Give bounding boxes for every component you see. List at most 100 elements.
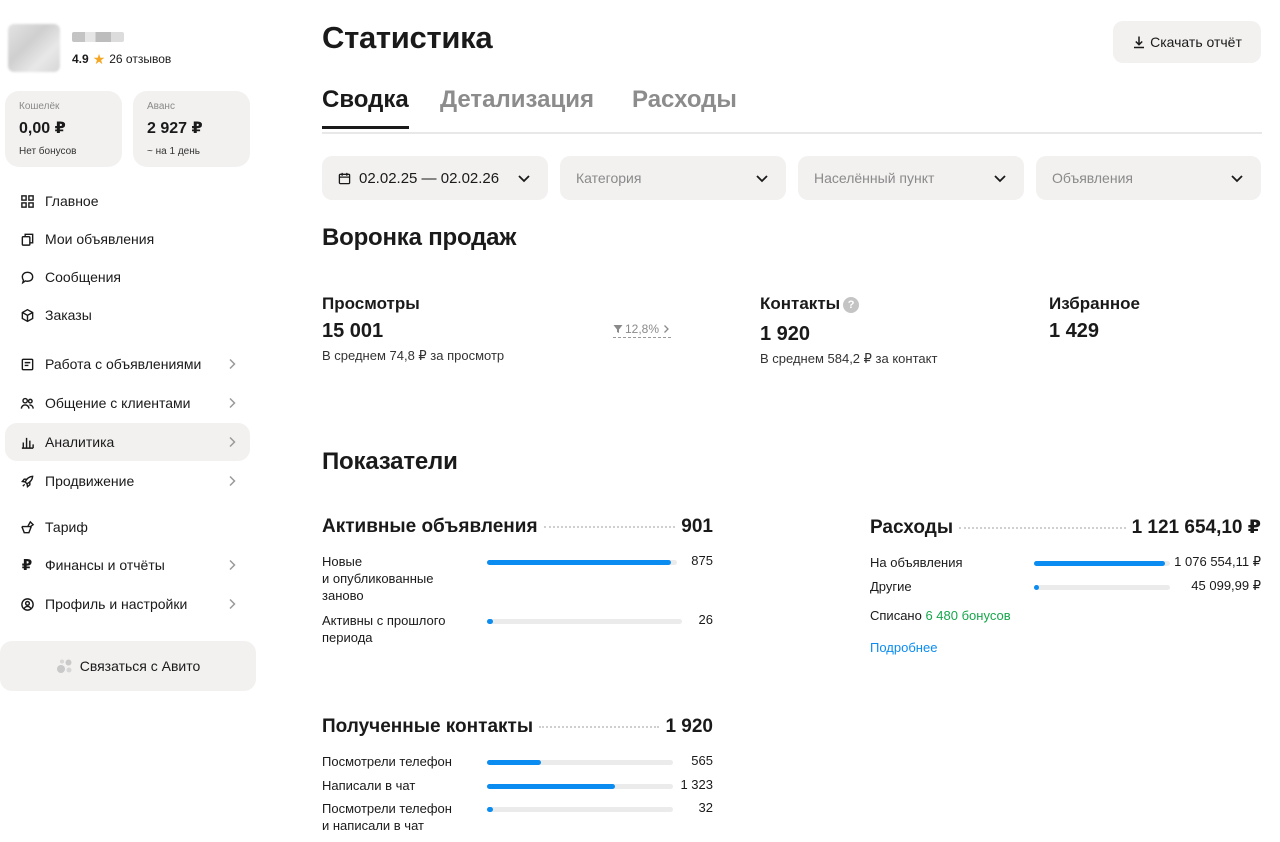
avito-logo-icon: [56, 659, 72, 673]
views-trend[interactable]: 12,8%: [613, 322, 672, 338]
progress-bar-fill: [487, 560, 672, 565]
favorites-label: Избранное: [1049, 294, 1140, 313]
sidebar-item-label: Мои объявления: [45, 231, 155, 247]
contacts-received-title: Полученные контакты: [322, 716, 534, 737]
more-link[interactable]: Подробнее: [870, 640, 937, 655]
contacts-value: 1 920: [760, 323, 811, 345]
expenses-header: Расходы 1 121 654,10 ₽: [870, 516, 1261, 539]
progress-bar-fill: [1034, 561, 1165, 566]
progress-bar-fill: [487, 784, 616, 789]
sidebar-item-label: Финансы и отчёты: [45, 557, 165, 573]
contacts-label: Контакты?: [760, 294, 860, 314]
written-off-prefix: Списано: [870, 608, 922, 623]
help-icon[interactable]: ?: [843, 297, 860, 313]
tariff-icon: [19, 519, 35, 535]
rocket-icon: [19, 473, 35, 489]
profile-rating[interactable]: 4.9 ★ 26 отзывов: [72, 52, 171, 66]
wallet-value: 0,00 ₽: [19, 120, 66, 137]
row-value: 565: [691, 753, 713, 768]
avatar[interactable]: [8, 24, 60, 72]
row-value: 875: [691, 553, 713, 568]
city-select[interactable]: Населённый пункт: [798, 156, 1024, 200]
views-value: 15 001: [322, 320, 384, 342]
copy-icon: [19, 231, 35, 247]
advance-card[interactable]: Аванс 2 927 ₽ ~ на 1 день: [133, 91, 250, 167]
chevron-right-icon: [229, 358, 236, 370]
label-line: и опубликованные: [322, 571, 434, 586]
tab-details[interactable]: Детализация: [440, 86, 594, 126]
sidebar-item-label: Профиль и настройки: [45, 596, 188, 612]
sidebar: 4.9 ★ 26 отзывов Кошелёк 0,00 ₽ Нет бону…: [0, 0, 262, 842]
progress-bar-fill: [1034, 585, 1040, 590]
category-select[interactable]: Категория: [560, 156, 786, 200]
download-report-button[interactable]: Скачать отчёт: [1113, 21, 1261, 63]
profile-icon: [19, 596, 35, 612]
progress-bar: [487, 760, 673, 765]
people-icon: [19, 395, 35, 411]
profile-name-blurred[interactable]: [72, 32, 124, 42]
chevron-down-icon: [756, 175, 768, 183]
active-ads-row-label: Активны с прошлого периода: [322, 612, 445, 646]
tab-summary[interactable]: Сводка: [322, 86, 409, 129]
active-ads-row-label: Новые и опубликованные заново: [322, 553, 433, 604]
sidebar-item-analytics[interactable]: Аналитика: [5, 423, 250, 461]
sidebar-item-tariff[interactable]: Тариф: [5, 508, 250, 546]
contacts-received-header: Полученные контакты 1 920: [322, 716, 713, 738]
label-line: Написали в чат: [322, 778, 416, 793]
progress-bar: [1034, 585, 1170, 590]
sidebar-item-orders[interactable]: Заказы: [5, 296, 250, 334]
sidebar-item-my-ads[interactable]: Мои объявления: [5, 220, 250, 258]
leader-dots: [543, 526, 676, 528]
label-line: Посмотрели телефон: [322, 801, 452, 816]
reviews-count: 26 отзывов: [109, 52, 172, 66]
expenses-row-label: На объявления: [870, 555, 963, 570]
row-value: 32: [698, 800, 713, 815]
tab-expenses[interactable]: Расходы: [632, 86, 737, 126]
wallet-card[interactable]: Кошелёк 0,00 ₽ Нет бонусов: [5, 91, 122, 167]
sidebar-item-profile[interactable]: Профиль и настройки: [5, 585, 250, 623]
funnel-filter-icon: [613, 325, 623, 333]
contacts-received-total: 1 920: [665, 716, 713, 737]
progress-bar: [487, 619, 682, 624]
active-ads-total: 901: [681, 516, 713, 537]
box-icon: [19, 307, 35, 323]
progress-bar-fill: [487, 760, 541, 765]
chevron-right-icon: [229, 397, 236, 409]
row-value: 26: [698, 612, 713, 627]
ads-placeholder: Объявления: [1052, 170, 1133, 186]
written-off-value: 6 480 бонусов: [925, 608, 1011, 623]
sidebar-item-label: Работа с объявлениями: [45, 356, 202, 372]
ads-select[interactable]: Объявления: [1036, 156, 1261, 200]
sidebar-item-finance[interactable]: ₽ Финансы и отчёты: [5, 546, 250, 584]
chat-bubble-icon: [19, 269, 35, 285]
progress-bar-fill: [487, 807, 493, 812]
label-line: Активны с прошлого: [322, 613, 446, 628]
ruble-icon: ₽: [21, 557, 33, 574]
chevron-right-icon: [664, 325, 669, 333]
views-trend-value: 12,8%: [625, 322, 660, 336]
advance-sub: ~ на 1 день: [147, 146, 200, 157]
sidebar-item-label: Продвижение: [45, 473, 135, 489]
views-label: Просмотры: [322, 294, 420, 313]
progress-bar: [487, 560, 677, 565]
calendar-icon: [338, 172, 351, 184]
download-icon: [1134, 36, 1145, 49]
wallet-sub: Нет бонусов: [19, 146, 77, 157]
date-range-select[interactable]: 02.02.25 — 02.02.26: [322, 156, 548, 200]
expenses-title: Расходы: [870, 517, 954, 538]
leader-dots: [959, 527, 1126, 529]
label-line: заново: [322, 588, 364, 603]
chevron-right-icon: [229, 436, 236, 448]
progress-bar: [487, 784, 673, 789]
sidebar-item-ads-work[interactable]: Работа с объявлениями: [5, 345, 250, 383]
contacts-row-label: Написали в чат: [322, 777, 415, 794]
chevron-right-icon: [229, 475, 236, 487]
sidebar-item-messages[interactable]: Сообщения: [5, 258, 250, 296]
leader-dots: [539, 726, 660, 728]
sidebar-item-promotion[interactable]: Продвижение: [5, 462, 250, 500]
sidebar-item-clients[interactable]: Общение с клиентами: [5, 384, 250, 422]
progress-bar: [1034, 561, 1170, 566]
sidebar-item-main[interactable]: Главное: [5, 182, 250, 220]
tabs: Сводка Детализация Расходы: [322, 86, 1262, 134]
contact-avito-button[interactable]: Связаться с Авито: [0, 641, 256, 691]
